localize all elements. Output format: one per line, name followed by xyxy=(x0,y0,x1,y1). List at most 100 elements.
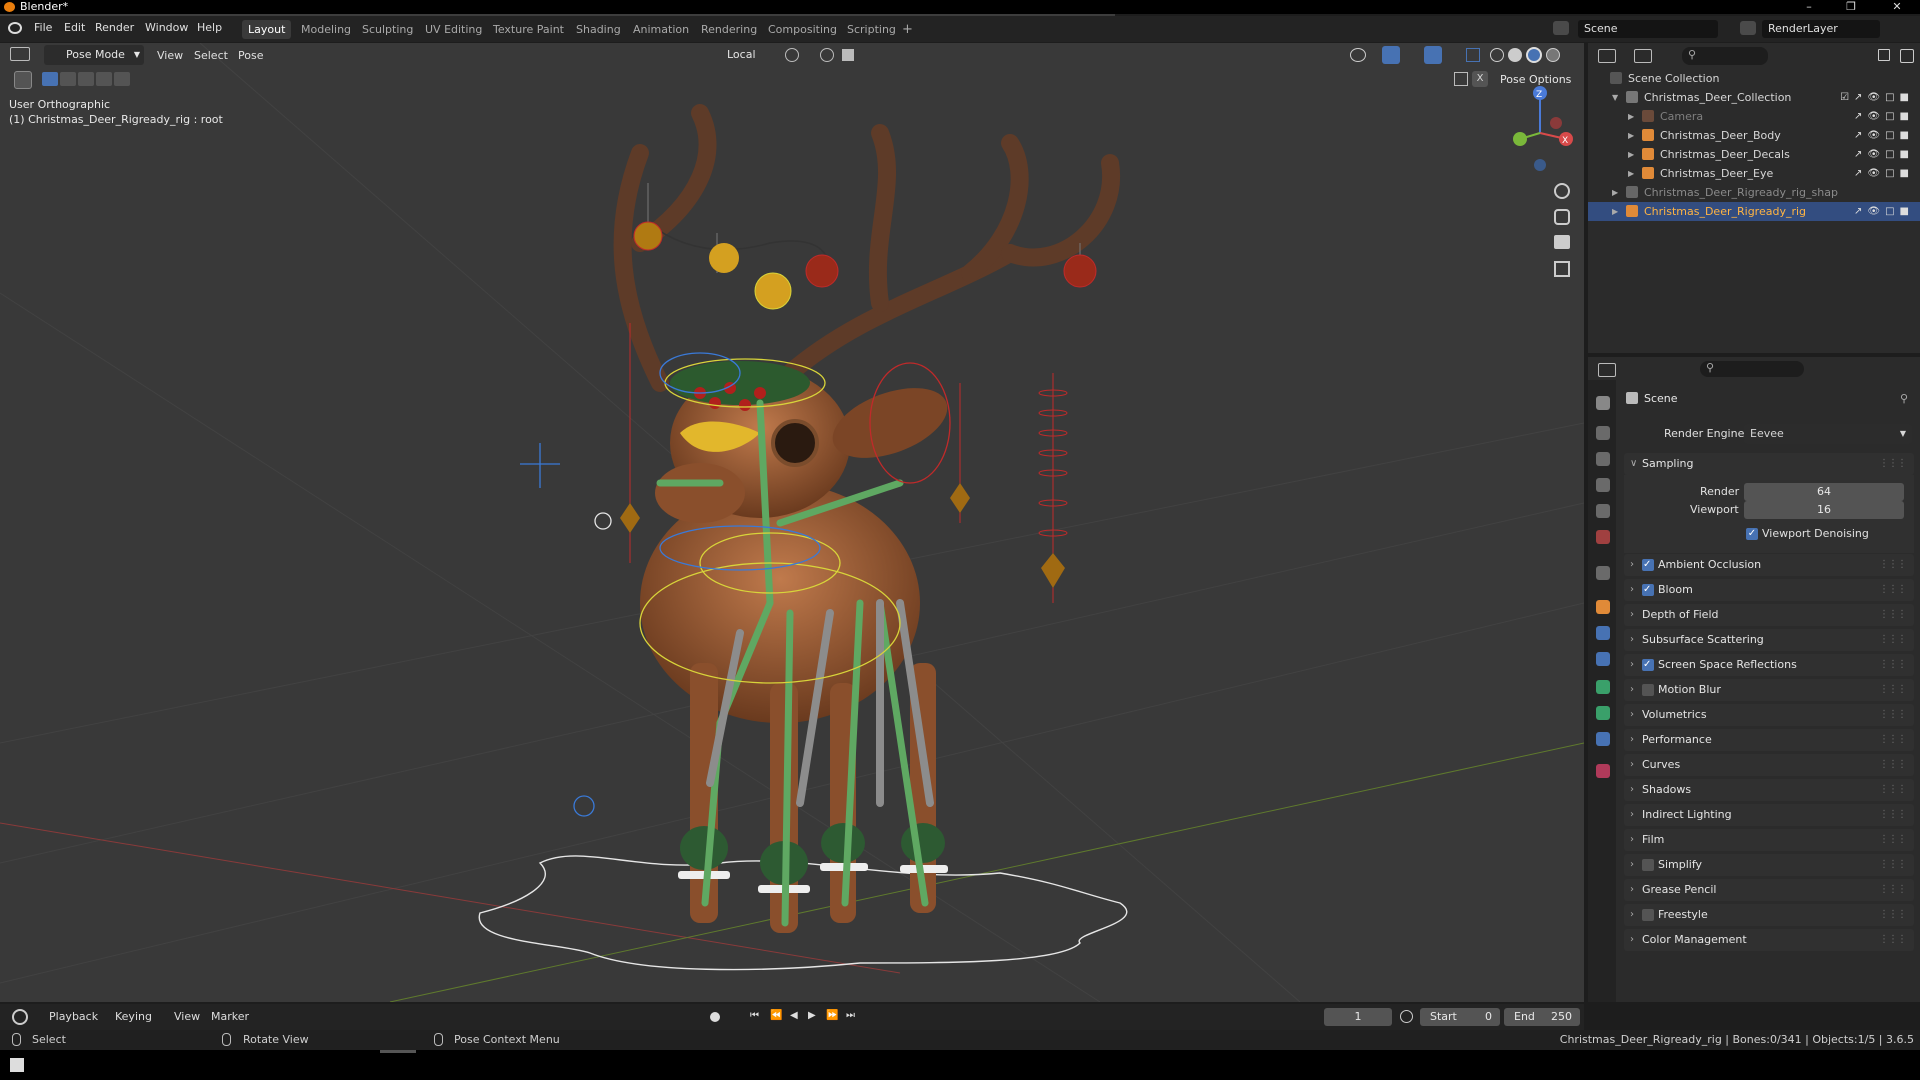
minimize-button[interactable]: – xyxy=(1794,0,1824,14)
expand-arrow-icon[interactable]: ▶ xyxy=(1612,183,1618,202)
outliner-row-decals[interactable]: ▶ Christmas_Deer_Decals ↗👁□■ xyxy=(1588,145,1920,164)
next-keyframe-icon[interactable]: ⏩ xyxy=(826,1010,838,1021)
panel-performance[interactable]: › Performance ⋮⋮⋮ xyxy=(1624,729,1914,751)
select-new-icon[interactable] xyxy=(42,72,58,86)
outliner-row-body[interactable]: ▶ Christmas_Deer_Body ↗👁□■ xyxy=(1588,126,1920,145)
select-intersect-icon[interactable] xyxy=(114,72,130,86)
drag-handle-icon[interactable]: ⋮⋮⋮ xyxy=(1879,854,1907,876)
view-layer-field[interactable]: RenderLayer xyxy=(1762,20,1880,38)
jump-start-icon[interactable]: ⏮ xyxy=(750,1010,759,1021)
expand-arrow-icon[interactable]: ▼ xyxy=(1612,88,1618,107)
tab-uv-editing[interactable]: UV Editing xyxy=(425,20,482,39)
panel-bloom[interactable]: › Bloom ⋮⋮⋮ xyxy=(1624,579,1914,601)
properties-editor-icon[interactable] xyxy=(1598,363,1616,377)
scene-field[interactable]: Scene xyxy=(1578,20,1718,38)
tab-scripting[interactable]: Scripting xyxy=(847,20,896,39)
windows-start-icon[interactable] xyxy=(10,1058,24,1072)
panel-color-management[interactable]: › Color Management ⋮⋮⋮ xyxy=(1624,929,1914,951)
outliner-row-shapes-collection[interactable]: ▶ Christmas_Deer_Rigready_rig_shap xyxy=(1588,183,1920,202)
tab-modeling[interactable]: Modeling xyxy=(301,20,351,39)
tab-rendering[interactable]: Rendering xyxy=(701,20,757,39)
ssr-checkbox[interactable] xyxy=(1642,654,1654,676)
bone-tab-icon[interactable] xyxy=(1596,706,1610,720)
panel-motion-blur[interactable]: › Motion Blur ⋮⋮⋮ xyxy=(1624,679,1914,701)
preview-range-icon[interactable] xyxy=(1400,1010,1413,1023)
tab-sculpting[interactable]: Sculpting xyxy=(362,20,413,39)
tool-tab-icon[interactable] xyxy=(1596,396,1610,410)
start-frame-field[interactable]: Start 0 xyxy=(1420,1008,1500,1026)
ambient-occlusion-checkbox[interactable] xyxy=(1642,554,1654,576)
collection-tab-icon[interactable] xyxy=(1596,566,1610,580)
snap-icon[interactable] xyxy=(820,48,834,62)
drag-handle-icon[interactable]: ⋮⋮⋮ xyxy=(1879,579,1907,601)
select-extend-icon[interactable] xyxy=(60,72,76,86)
tab-layout[interactable]: Layout xyxy=(242,20,292,39)
panel-film[interactable]: › Film ⋮⋮⋮ xyxy=(1624,829,1914,851)
menu-render[interactable]: Render xyxy=(95,21,134,34)
zoom-icon[interactable] xyxy=(1554,183,1570,199)
new-collection-icon[interactable] xyxy=(1900,49,1914,63)
output-tab-icon[interactable] xyxy=(1596,452,1610,466)
pivot-icon[interactable] xyxy=(785,48,799,62)
material-shading-icon[interactable] xyxy=(1526,47,1542,63)
play-reverse-icon[interactable]: ◀ xyxy=(790,1010,798,1021)
timeline-editor-icon[interactable] xyxy=(12,1009,28,1025)
current-frame-field[interactable]: 1 xyxy=(1324,1008,1392,1026)
menu-keying[interactable]: Keying xyxy=(115,1010,152,1023)
panel-curves[interactable]: › Curves ⋮⋮⋮ xyxy=(1624,754,1914,776)
viewport-denoising-checkbox[interactable]: ✓ xyxy=(1746,528,1758,540)
pan-hand-icon[interactable] xyxy=(1554,209,1570,225)
orientation-dropdown[interactable]: Local xyxy=(705,45,775,65)
row-visibility-icons[interactable]: ↗👁□■ xyxy=(1854,126,1914,145)
render-engine-dropdown[interactable]: Eevee ▼ xyxy=(1744,424,1912,444)
panel-volumetrics[interactable]: › Volumetrics ⋮⋮⋮ xyxy=(1624,704,1914,726)
scene-tab-icon[interactable] xyxy=(1596,504,1610,518)
panel-subsurface-scattering[interactable]: › Subsurface Scattering ⋮⋮⋮ xyxy=(1624,629,1914,651)
menu-edit[interactable]: Edit xyxy=(64,21,85,34)
viewport-samples-field[interactable]: 16 xyxy=(1744,501,1904,519)
pose-options-icon[interactable] xyxy=(1454,72,1468,86)
outliner-row-rig[interactable]: ▶ Christmas_Deer_Rigready_rig ↗👁□■ xyxy=(1588,202,1920,221)
expand-arrow-icon[interactable]: ▶ xyxy=(1628,126,1634,145)
tab-shading[interactable]: Shading xyxy=(576,20,621,39)
panel-depth-of-field[interactable]: › Depth of Field ⋮⋮⋮ xyxy=(1624,604,1914,626)
view-layer-icon[interactable] xyxy=(1740,21,1756,35)
render-samples-field[interactable]: 64 xyxy=(1744,483,1904,501)
outliner-row-collection[interactable]: ▼ Christmas_Deer_Collection ☑↗👁□■ xyxy=(1588,88,1920,107)
freestyle-checkbox[interactable] xyxy=(1642,909,1654,921)
menu-playback[interactable]: Playback xyxy=(49,1010,98,1023)
select-subtract-icon[interactable] xyxy=(78,72,94,86)
menu-view[interactable]: View xyxy=(157,47,183,65)
menu-window[interactable]: Window xyxy=(145,21,188,34)
wireframe-shading-icon[interactable] xyxy=(1490,48,1504,62)
select-invert-icon[interactable] xyxy=(96,72,112,86)
record-icon[interactable] xyxy=(710,1012,720,1022)
mode-dropdown[interactable]: Pose Mode ▼ xyxy=(44,45,144,65)
object-tab-icon[interactable] xyxy=(1596,600,1610,614)
x-mirror-button[interactable]: X xyxy=(1472,71,1488,87)
motion-blur-checkbox[interactable] xyxy=(1642,684,1654,696)
proportional-edit-icon[interactable] xyxy=(842,49,854,61)
panel-grease-pencil[interactable]: › Grease Pencil ⋮⋮⋮ xyxy=(1624,879,1914,901)
expand-arrow-icon[interactable]: ▶ xyxy=(1628,145,1634,164)
panel-screen-space-reflections[interactable]: › Screen Space Reflections ⋮⋮⋮ xyxy=(1624,654,1914,676)
drag-handle-icon[interactable]: ⋮⋮⋮ xyxy=(1879,629,1907,651)
drag-handle-icon[interactable]: ⋮⋮⋮ xyxy=(1879,779,1907,801)
drag-handle-icon[interactable]: ⋮⋮⋮ xyxy=(1879,654,1907,676)
prev-keyframe-icon[interactable]: ⏪ xyxy=(770,1010,782,1021)
maximize-button[interactable]: ❐ xyxy=(1836,0,1866,14)
drag-handle-icon[interactable]: ⋮⋮⋮ xyxy=(1879,879,1907,901)
overlay-toggle-icon[interactable] xyxy=(1424,46,1442,64)
menu-select[interactable]: Select xyxy=(194,47,228,65)
row-visibility-icons[interactable]: ↗👁□■ xyxy=(1854,164,1914,183)
panel-ambient-occlusion[interactable]: › Ambient Occlusion ⋮⋮⋮ xyxy=(1624,554,1914,576)
panel-freestyle[interactable]: › Freestyle ⋮⋮⋮ xyxy=(1624,904,1914,926)
add-workspace-button[interactable]: + xyxy=(902,20,913,39)
drag-handle-icon[interactable]: ⋮⋮⋮ xyxy=(1879,554,1907,576)
drag-handle-icon[interactable]: ⋮⋮⋮ xyxy=(1879,729,1907,751)
menu-file[interactable]: File xyxy=(34,21,52,34)
3d-viewport[interactable]: Pose Mode ▼ View Select Pose Local X Pos… xyxy=(0,43,1584,1002)
end-frame-field[interactable]: End 250 xyxy=(1504,1008,1580,1026)
tab-animation[interactable]: Animation xyxy=(633,20,689,39)
outliner-row-camera[interactable]: ▶ Camera ↗👁□■ xyxy=(1588,107,1920,126)
